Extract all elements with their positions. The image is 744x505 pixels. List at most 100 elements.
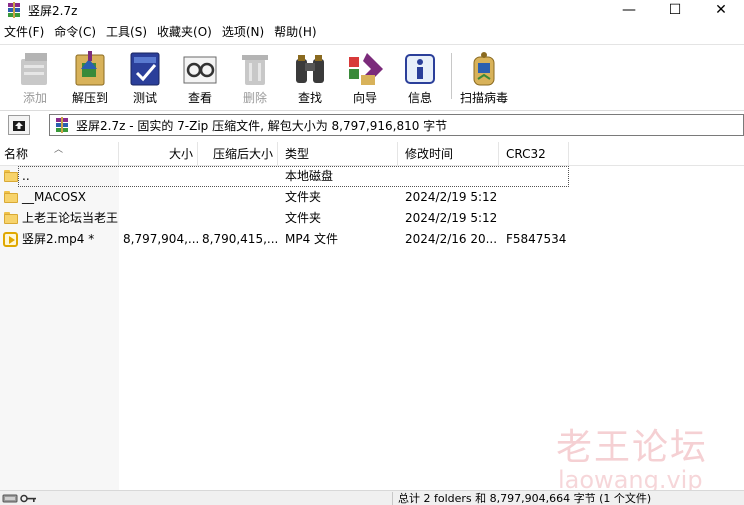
- file-crc: F5847534: [506, 232, 567, 246]
- file-modified: 2024/2/19 5:12: [405, 211, 498, 225]
- wizard-icon: [345, 49, 385, 89]
- table-row-folder[interactable]: 上老王论坛当老王 文件夹 2024/2/19 5:12: [0, 208, 744, 229]
- minimize-icon: —: [622, 2, 636, 18]
- find-binoculars-icon: [290, 49, 330, 89]
- address-field[interactable]: 竖屏2.7z - 固实的 7-Zip 压缩文件, 解包大小为 8,797,916…: [49, 114, 744, 136]
- extract-label: 解压到: [71, 91, 108, 105]
- test-label: 测试: [132, 91, 157, 105]
- virus-scan-icon: [464, 49, 504, 89]
- list-header: 名称 ︿ 大小 压缩后大小 类型 修改时间 CRC32: [0, 142, 744, 166]
- file-size: [119, 166, 198, 187]
- add-label: 添加: [22, 91, 47, 105]
- file-type: 文件夹: [285, 211, 322, 225]
- info-button[interactable]: 信息: [393, 49, 447, 107]
- extract-to-button[interactable]: 解压到: [63, 49, 117, 107]
- archive-icon: [54, 117, 70, 133]
- add-button[interactable]: 添加: [8, 49, 62, 107]
- info-icon: [400, 49, 440, 89]
- file-crc: [502, 166, 569, 187]
- file-modified: 2024/2/16 20...: [405, 232, 498, 246]
- close-button[interactable]: ✕: [698, 0, 744, 20]
- view-button[interactable]: 查看: [173, 49, 227, 107]
- table-row-mp4[interactable]: 竖屏2.mp4 * 8,797,904,... 8,790,415,... MP…: [0, 229, 744, 250]
- column-type-label: 类型: [285, 147, 310, 161]
- table-row-macosx[interactable]: __MACOSX 文件夹 2024/2/19 5:12: [0, 187, 744, 208]
- menu-help[interactable]: 帮助(H): [270, 22, 322, 42]
- minimize-button[interactable]: —: [606, 0, 652, 20]
- close-icon: ✕: [715, 2, 727, 18]
- wizard-button[interactable]: 向导: [338, 49, 392, 107]
- menu-file[interactable]: 文件(F): [0, 22, 50, 42]
- file-type: MP4 文件: [285, 232, 339, 246]
- add-files-icon: [15, 49, 55, 89]
- column-header-packed[interactable]: 压缩后大小: [198, 142, 278, 166]
- file-size: 8,797,904,...: [123, 232, 198, 246]
- delete-icon: [235, 49, 275, 89]
- menu-commands[interactable]: 命令(C): [50, 22, 102, 42]
- file-name: ..: [22, 169, 30, 183]
- column-header-modified[interactable]: 修改时间: [398, 142, 499, 166]
- delete-label: 删除: [242, 91, 267, 105]
- file-packed: [198, 166, 278, 187]
- file-crc: [502, 187, 569, 208]
- file-name: __MACOSX: [22, 190, 87, 204]
- file-packed: [198, 208, 278, 229]
- file-name: 上老王论坛当老王: [22, 211, 119, 225]
- test-button[interactable]: 测试: [118, 49, 172, 107]
- menu-tools[interactable]: 工具(S): [102, 22, 153, 42]
- title-bar: 竖屏2.7z — ☐ ✕: [0, 0, 744, 20]
- test-icon: [125, 49, 165, 89]
- find-label: 查找: [297, 91, 322, 105]
- watermark-chinese: 老王论坛: [556, 427, 709, 468]
- view-icon: [180, 49, 220, 89]
- mp4-file-icon: [3, 232, 18, 247]
- up-folder-button[interactable]: [8, 115, 30, 135]
- scan-virus-button[interactable]: 扫描病毒: [457, 49, 511, 107]
- file-modified: 2024/2/19 5:12: [405, 190, 498, 204]
- folder-icon: [4, 190, 18, 204]
- maximize-button[interactable]: ☐: [652, 0, 698, 20]
- folder-icon: [4, 211, 18, 225]
- menu-bar: 文件(F) 命令(C) 工具(S) 收藏夹(O) 选项(N) 帮助(H): [0, 22, 744, 42]
- up-folder-icon: [13, 121, 25, 131]
- view-label: 查看: [187, 91, 212, 105]
- sort-ascending-icon: ︿: [54, 145, 64, 155]
- address-text: 竖屏2.7z - 固实的 7-Zip 压缩文件, 解包大小为 8,797,916…: [76, 118, 448, 133]
- maximize-icon: ☐: [668, 2, 682, 18]
- table-row-parent[interactable]: .. 本地磁盘: [0, 166, 744, 187]
- folder-icon: [4, 169, 18, 183]
- file-modified: [401, 166, 499, 187]
- info-label: 信息: [407, 91, 432, 105]
- file-size: [119, 187, 198, 208]
- column-size-label: 大小: [168, 147, 193, 161]
- menu-options[interactable]: 选项(N): [218, 22, 270, 42]
- drive-key-icon[interactable]: [2, 493, 38, 504]
- file-name: 竖屏2.mp4 *: [22, 232, 95, 246]
- status-divider: [392, 492, 393, 505]
- toolbar-separator: [451, 53, 452, 99]
- file-size: [119, 208, 198, 229]
- extract-icon: [70, 49, 110, 89]
- status-bar: 总计 2 folders 和 8,797,904,664 字节 (1 个文件): [0, 490, 744, 505]
- file-packed: [198, 187, 278, 208]
- file-crc: [502, 208, 569, 229]
- column-header-name[interactable]: 名称 ︿: [0, 142, 119, 166]
- menu-favorites[interactable]: 收藏夹(O): [153, 22, 218, 42]
- status-text: 总计 2 folders 和 8,797,904,664 字节 (1 个文件): [398, 492, 652, 505]
- toolbar: 添加 解压到 测试 查看 删除 查找 向导 信息 扫描病毒: [0, 44, 744, 108]
- winrar-app-icon[interactable]: [6, 2, 22, 18]
- delete-button[interactable]: 删除: [228, 49, 282, 107]
- scan-virus-label: 扫描病毒: [459, 91, 508, 105]
- find-button[interactable]: 查找: [283, 49, 337, 107]
- column-name-label: 名称: [4, 147, 29, 161]
- column-header-size[interactable]: 大小: [119, 142, 198, 166]
- column-header-crc[interactable]: CRC32: [499, 142, 569, 166]
- window-title: 竖屏2.7z: [28, 3, 78, 18]
- file-type: 文件夹: [285, 190, 322, 204]
- column-crc-label: CRC32: [506, 147, 546, 161]
- file-type: 本地磁盘: [285, 169, 334, 183]
- address-bar: 竖屏2.7z - 固实的 7-Zip 压缩文件, 解包大小为 8,797,916…: [0, 110, 744, 140]
- wizard-label: 向导: [352, 91, 377, 105]
- column-header-type[interactable]: 类型: [278, 142, 398, 166]
- column-modified-label: 修改时间: [405, 147, 454, 161]
